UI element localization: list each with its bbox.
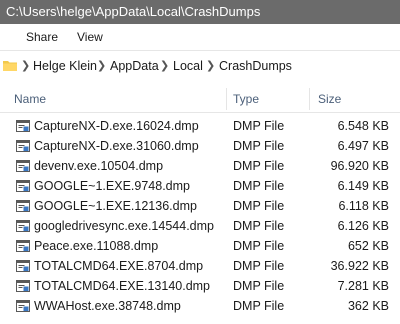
file-size: 6.548 KB — [337, 119, 389, 133]
file-row[interactable]: WWAHost.exe.38748.dmp DMP File 362 KB — [0, 296, 400, 316]
file-name: TOTALCMD64.EXE.13140.dmp — [34, 279, 211, 293]
dmp-file-icon — [16, 200, 30, 212]
file-type: DMP File — [233, 299, 285, 313]
file-row[interactable]: CaptureNX-D.exe.31060.dmp DMP File 6.497 K… — [0, 136, 400, 156]
chevron-right-icon: ❯ — [160, 60, 170, 72]
file-row[interactable]: Peace.exe.11088.dmp DMP File 652 KB — [0, 236, 400, 256]
file-size: 362 KB — [347, 299, 389, 313]
breadcrumb-helge-klein[interactable]: Helge Klein — [33, 59, 97, 73]
file-row[interactable]: devenv.exe.10504.dmp DMP File 96.920 KB — [0, 156, 400, 176]
file-row[interactable]: CaptureNX-D.exe.16024.dmp DMP File 6.548 K… — [0, 116, 400, 136]
file-row[interactable]: googledrivesync.exe.14544.dmp DMP File 6.1… — [0, 216, 400, 236]
file-name: googledrivesync.exe.14544.dmp — [34, 219, 214, 233]
file-size: 6.149 KB — [337, 179, 389, 193]
column-headers: Name Type Size — [0, 86, 400, 113]
file-type: DMP File — [233, 179, 285, 193]
file-size: 652 KB — [347, 239, 389, 253]
file-name: CaptureNX-D.exe.31060.dmp — [34, 139, 199, 153]
column-header-name[interactable]: Name — [14, 92, 46, 106]
dmp-file-icon — [16, 300, 30, 312]
file-type: DMP File — [233, 159, 285, 173]
file-name: TOTALCMD64.EXE.8704.dmp — [34, 259, 204, 273]
file-row[interactable]: GOOGLE~1.EXE.12136.dmp DMP File 6.118 KB — [0, 196, 400, 216]
file-row[interactable]: TOTALCMD64.EXE.13140.dmp DMP File 7.281 KB — [0, 276, 400, 296]
file-type: DMP File — [233, 259, 285, 273]
file-name: CaptureNX-D.exe.16024.dmp — [34, 119, 199, 133]
file-size: 6.118 KB — [338, 199, 389, 213]
dmp-file-icon — [16, 120, 30, 132]
dmp-file-icon — [16, 280, 30, 292]
file-name: GOOGLE~1.EXE.9748.dmp — [34, 179, 190, 193]
dmp-file-icon — [16, 140, 30, 152]
file-size: 7.281 KB — [337, 279, 389, 293]
folder-icon — [3, 61, 17, 71]
address-bar[interactable]: ❯ Helge Klein ❯ AppData ❯ Local ❯ CrashD… — [0, 54, 400, 78]
file-type: DMP File — [233, 239, 285, 253]
file-row[interactable]: GOOGLE~1.EXE.9748.dmp DMP File 6.149 KB — [0, 176, 400, 196]
file-type: DMP File — [233, 199, 285, 213]
breadcrumb-crashdumps[interactable]: CrashDumps — [219, 59, 292, 73]
chevron-right-icon: ❯ — [206, 60, 216, 72]
dmp-file-icon — [16, 160, 30, 172]
dmp-file-icon — [16, 240, 30, 252]
file-type: DMP File — [233, 139, 285, 153]
dmp-file-icon — [16, 260, 30, 272]
chevron-right-icon: ❯ — [97, 60, 107, 72]
chevron-right-icon: ❯ — [21, 60, 31, 72]
breadcrumb-appdata[interactable]: AppData — [110, 59, 159, 73]
file-list: CaptureNX-D.exe.16024.dmp DMP File 6.548 K… — [0, 116, 400, 316]
window-title: C:\Users\helge\AppData\Local\CrashDumps — [0, 0, 400, 24]
column-divider[interactable] — [309, 88, 310, 110]
ribbon: Share View — [0, 24, 400, 51]
file-row[interactable]: TOTALCMD64.EXE.8704.dmp DMP File 36.922 KB — [0, 256, 400, 276]
tab-share[interactable]: Share — [26, 30, 58, 44]
file-name: GOOGLE~1.EXE.12136.dmp — [34, 199, 197, 213]
file-name: WWAHost.exe.38748.dmp — [34, 299, 181, 313]
file-type: DMP File — [233, 119, 285, 133]
column-divider[interactable] — [226, 88, 227, 110]
file-size: 6.126 KB — [337, 219, 389, 233]
file-size: 96.920 KB — [330, 159, 389, 173]
file-name: devenv.exe.10504.dmp — [34, 159, 164, 173]
dmp-file-icon — [16, 220, 30, 232]
file-size: 36.922 KB — [330, 259, 389, 273]
file-size: 6.497 KB — [337, 139, 389, 153]
breadcrumb-local[interactable]: Local — [173, 59, 203, 73]
file-type: DMP File — [233, 219, 285, 233]
tab-view[interactable]: View — [77, 30, 103, 44]
file-name: Peace.exe.11088.dmp — [34, 239, 159, 253]
column-header-size[interactable]: Size — [318, 92, 341, 106]
file-type: DMP File — [233, 279, 285, 293]
column-header-type[interactable]: Type — [233, 92, 259, 106]
dmp-file-icon — [16, 180, 30, 192]
